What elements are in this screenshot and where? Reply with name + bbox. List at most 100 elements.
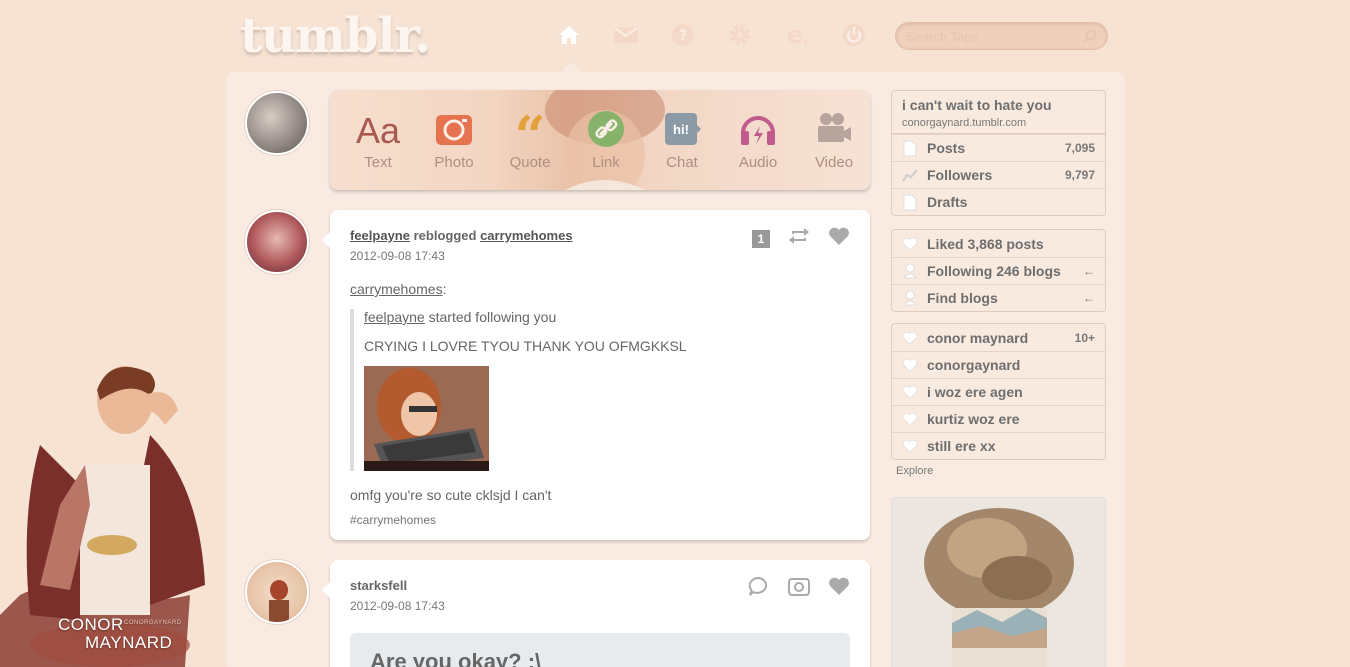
mail-icon[interactable] <box>612 20 640 50</box>
ask-box: Are you okay? :\ <box>350 633 850 667</box>
sidebar-blog-item[interactable]: still ere xx <box>892 432 1105 459</box>
reblog-source-link[interactable]: carrymehomes <box>480 228 573 243</box>
photo-reply-icon[interactable] <box>788 576 810 601</box>
sidebar-blog-item[interactable]: conorgaynard <box>892 351 1105 378</box>
post-type-label: Text <box>364 154 392 171</box>
sidebar-item-label: Posts <box>927 140 966 156</box>
sidebar-item-label: still ere xx <box>927 438 996 454</box>
post-card: starksfell 2012-09-08 17:43 Are you okay… <box>322 560 870 667</box>
search-box[interactable] <box>895 22 1108 50</box>
post-tag[interactable]: #carrymehomes <box>350 513 850 527</box>
link-icon <box>568 108 644 150</box>
note-count-badge[interactable]: 1 <box>752 229 770 248</box>
post-type-chat[interactable]: hi! Chat <box>644 108 720 171</box>
sidebar-item-arrow: ← <box>1083 291 1095 305</box>
page-icon <box>901 139 919 157</box>
post-type-audio[interactable]: Audio <box>720 108 796 171</box>
post-date: 2012-09-08 17:43 <box>350 249 445 263</box>
sidebar-item-posts[interactable]: Posts 7,095 <box>892 134 1105 161</box>
heart-icon <box>901 329 919 347</box>
main-nav: ? e <box>555 20 868 50</box>
ask-question: Are you okay? :\ <box>370 649 542 667</box>
blog-title: i can't wait to hate you <box>902 97 1052 113</box>
reblog-verb: reblogged <box>413 228 477 243</box>
power-icon[interactable] <box>840 20 868 50</box>
like-heart-icon[interactable] <box>828 226 850 251</box>
sidebar-item-count: 9,797 <box>1064 168 1095 182</box>
sidebar-item-arrow: ← <box>1083 264 1095 278</box>
explore-link[interactable]: Explore <box>896 465 933 477</box>
post-type-label: Chat <box>666 154 698 171</box>
post-type-label: Link <box>592 154 620 171</box>
sidebar-item-label: conorgaynard <box>927 357 1021 373</box>
post-avatar[interactable] <box>245 210 309 274</box>
post-text: omfg you're so cute cklsjd I can't <box>350 487 552 503</box>
heart-icon <box>901 383 919 401</box>
blog-url: conorgaynard.tumblr.com <box>902 117 1027 129</box>
quote-text: started following you <box>428 309 557 325</box>
person-icon <box>901 262 919 280</box>
post-avatar[interactable] <box>245 560 309 624</box>
video-icon <box>796 108 870 150</box>
sidebar-item-followers[interactable]: Followers 9,797 <box>892 161 1105 188</box>
audio-icon <box>720 108 796 150</box>
sidebar-item-label: Liked 3,868 posts <box>927 235 1044 252</box>
post-card: feelpayne reblogged carrymehomes 2012-09… <box>322 210 870 540</box>
reblog-quote: feelpayne started following you CRYING I… <box>350 309 850 471</box>
sidebar-item-count: 7,095 <box>1064 141 1095 155</box>
post-type-text[interactable]: Aa Text <box>340 108 416 171</box>
quote-icon: “ <box>492 108 568 150</box>
text-icon: Aa <box>340 108 416 150</box>
home-icon[interactable] <box>555 20 583 50</box>
sidebar-item-label: i woz ere agen <box>927 384 1023 400</box>
nav-active-caret <box>561 62 581 72</box>
quoted-user-link[interactable]: feelpayne <box>364 309 425 325</box>
post-type-photo[interactable]: Photo <box>416 108 492 171</box>
person-icon <box>901 289 919 307</box>
post-photo[interactable] <box>364 366 489 471</box>
heart-icon <box>901 235 919 253</box>
blog-stats-box: i can't wait to hate you conorgaynard.tu… <box>891 90 1106 216</box>
post-date: 2012-09-08 17:43 <box>350 599 445 613</box>
heart-icon <box>901 437 919 455</box>
like-heart-icon[interactable] <box>828 576 850 601</box>
help-icon[interactable]: ? <box>669 20 697 50</box>
sidebar-item-likes[interactable]: Liked 3,868 posts <box>892 230 1105 257</box>
tumblr-logo[interactable]: tumblr. <box>240 8 431 64</box>
background-illustration: CONOR MAYNARD CONORGAYNARD <box>0 355 230 667</box>
search-input[interactable] <box>896 23 1076 49</box>
sidebar-item-label: conor maynard <box>927 329 1029 346</box>
post-type-video[interactable]: Video <box>796 108 870 171</box>
art-name-line2: MAYNARD <box>85 633 173 652</box>
post-author-link[interactable]: feelpayne <box>350 228 410 243</box>
search-icon[interactable] <box>1083 29 1097 48</box>
sidebar-blog-item[interactable]: conor maynard 10+ <box>892 324 1105 351</box>
heart-icon <box>901 356 919 374</box>
sidebar-item-label: Followers <box>927 167 993 183</box>
post-type-quote[interactable]: “ Quote <box>492 108 568 171</box>
svg-text:Aa: Aa <box>356 110 401 149</box>
art-name-line1: CONOR <box>58 615 124 634</box>
reply-icon[interactable] <box>748 576 770 601</box>
svg-text:“: “ <box>514 111 545 147</box>
post-type-label: Video <box>814 154 854 171</box>
quoted-source-link[interactable]: carrymehomes <box>350 281 443 297</box>
sidebar-item-label: Drafts <box>927 194 968 210</box>
edit-icon[interactable]: e <box>783 20 811 50</box>
post-type-label: Photo <box>434 154 474 171</box>
sidebar-item-find-blogs[interactable]: Find blogs ← <box>892 284 1105 311</box>
sidebar-item-drafts[interactable]: Drafts <box>892 188 1105 215</box>
post-type-link[interactable]: Link <box>568 108 644 171</box>
chat-icon: hi! <box>644 108 720 150</box>
blog-title-block[interactable]: i can't wait to hate you conorgaynard.tu… <box>892 91 1105 134</box>
my-avatar[interactable] <box>245 91 309 155</box>
sidebar-item-following[interactable]: Following 246 blogs ← <box>892 257 1105 284</box>
sidebar-blog-item[interactable]: kurtiz woz ere <box>892 405 1105 432</box>
settings-icon[interactable] <box>726 20 754 50</box>
svg-text:e: e <box>787 23 803 47</box>
sidebar-ad-image[interactable] <box>891 497 1106 667</box>
camera-icon <box>416 108 492 150</box>
sidebar-blog-item[interactable]: i woz ere agen <box>892 378 1105 405</box>
art-small-text: CONORGAYNARD <box>124 620 182 626</box>
reblog-icon[interactable] <box>788 227 810 250</box>
